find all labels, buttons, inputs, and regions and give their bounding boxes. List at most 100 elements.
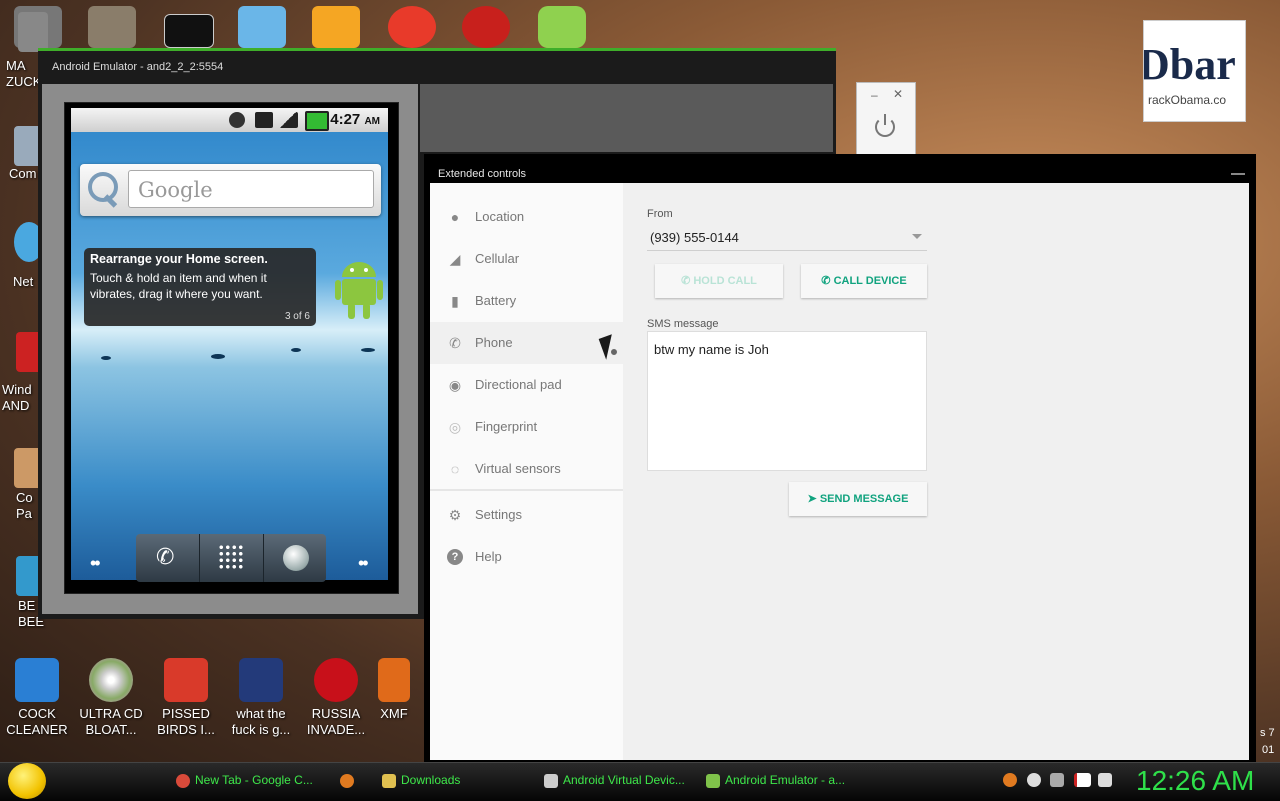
sms-message-input[interactable]: btw my name is Joh: [647, 331, 927, 471]
desktop-icon-pissed-birds[interactable]: PISSED BIRDS I...: [149, 658, 223, 738]
hold-call-phone-icon: ✆: [681, 275, 694, 287]
home-dock: ✆: [136, 534, 326, 582]
dialer-icon[interactable]: ✆: [156, 544, 174, 570]
task-emulator[interactable]: Android Emulator - a...: [706, 768, 852, 792]
desktop-icon-label: COCK CLEANER: [6, 706, 68, 737]
desktop-icon-what-the[interactable]: what the fuck is g...: [224, 658, 298, 738]
edge-text-right-1: s 7: [1260, 727, 1275, 739]
edge-label-1: MA ZUCK: [6, 58, 42, 89]
battery-icon: ▮: [451, 293, 459, 309]
nav-item-help[interactable]: ? Help: [430, 536, 623, 578]
desktop-icon-xmf[interactable]: XMF: [368, 658, 420, 722]
corner-image[interactable]: Dbar rackObama.co: [1143, 20, 1246, 122]
nav-item-directional-pad[interactable]: ◉ Directional pad: [430, 364, 623, 406]
nav-item-label: Location: [475, 209, 525, 224]
emulator-toolbar-window: – ✕: [856, 82, 916, 156]
dev-cpp-icon[interactable]: [462, 6, 510, 48]
task-downloads[interactable]: Downloads: [382, 768, 522, 792]
status-clock: 4:27 AM: [330, 111, 380, 128]
nav-item-settings[interactable]: ⚙ Settings: [430, 494, 623, 536]
task-label: Downloads: [401, 773, 461, 787]
cmd-icon[interactable]: [164, 14, 214, 48]
desktop-icon-russia[interactable]: RUSSIA INVADE...: [299, 658, 373, 738]
flag-icon[interactable]: [1074, 773, 1091, 787]
radiation-icon: [314, 658, 358, 702]
desktop-icon-cock-cleaner[interactable]: COCK CLEANER: [0, 658, 74, 738]
battery-status-icon: [305, 111, 329, 131]
send-message-button[interactable]: ➤ SEND MESSAGE: [789, 482, 927, 516]
location-icon: ●: [450, 209, 460, 225]
nav-item-label: Cellular: [475, 251, 520, 266]
edge-label-4: Wind AND: [2, 382, 32, 413]
phone-status-bar: 4:27 AM: [71, 108, 388, 132]
task-firefox[interactable]: [340, 768, 362, 792]
nav-item-virtual-sensors[interactable]: ◌ Virtual sensors: [430, 448, 623, 490]
nav-item-location[interactable]: ● Location: [430, 196, 623, 238]
extended-minimize-button[interactable]: [1231, 173, 1245, 175]
network-icon[interactable]: [1027, 773, 1041, 787]
task-label: Android Emulator - a...: [725, 773, 846, 787]
task-label: New Tab - Google C...: [195, 773, 313, 787]
tip-title: Rearrange your Home screen.: [90, 252, 268, 266]
taskbar-clock: 12:26 AM: [1136, 765, 1255, 796]
from-label: From: [647, 208, 673, 220]
cellular-icon: ◢: [449, 251, 461, 267]
home-page-dots-left[interactable]: ••: [90, 553, 101, 574]
sim-icon: [255, 112, 273, 128]
tip-count: 3 of 6: [284, 311, 310, 322]
desktop-icon-top-2[interactable]: [88, 6, 136, 48]
nav-item-label: Fingerprint: [475, 419, 538, 434]
dpad-icon: ◉: [448, 377, 462, 393]
p-app-icon[interactable]: [388, 6, 436, 48]
angry-birds-space-icon: [239, 658, 283, 702]
emulator-side-panel: [420, 84, 833, 152]
task-avd[interactable]: Android Virtual Devic...: [544, 768, 690, 792]
task-new-tab[interactable]: New Tab - Google C...: [176, 768, 316, 792]
xmf-icon: [378, 658, 410, 702]
tip-body: Touch & hold an item and when it vibrate…: [90, 271, 267, 301]
browser-icon[interactable]: [283, 545, 309, 571]
desktop-icon-top-4[interactable]: [238, 6, 286, 48]
search-icon[interactable]: [1003, 773, 1017, 787]
volume-icon[interactable]: [1098, 773, 1112, 787]
call-device-button[interactable]: ✆ CALL DEVICE: [801, 264, 927, 298]
power-icon-line: [884, 114, 886, 125]
nav-item-phone[interactable]: ✆ Phone: [430, 322, 623, 364]
chrome-icon: [176, 773, 190, 788]
app-drawer-icon[interactable]: [218, 544, 244, 570]
android-sdk-icon[interactable]: [538, 6, 586, 48]
close-button[interactable]: ✕: [893, 87, 903, 101]
nav-item-battery[interactable]: ▮ Battery: [430, 280, 623, 322]
desktop-icon-label: PISSED BIRDS I...: [157, 706, 215, 737]
home-page-dots-right[interactable]: ••: [358, 553, 369, 574]
nav-item-cellular[interactable]: ◢ Cellular: [430, 238, 623, 280]
settings-tray-icon[interactable]: [1050, 773, 1064, 787]
google-search-widget[interactable]: Google: [80, 164, 381, 216]
search-input[interactable]: Google: [128, 170, 374, 208]
desktop-icon-ultra-cd[interactable]: ULTRA CD BLOAT...: [74, 658, 148, 738]
from-phone-select[interactable]: (939) 555-0144: [650, 230, 739, 245]
avd-icon: [544, 773, 558, 788]
corner-image-caption: rackObama.co: [1148, 93, 1227, 107]
sms-message-label: SMS message: [647, 318, 719, 330]
nav-divider: [430, 489, 623, 491]
home-tip-bubble[interactable]: Rearrange your Home screen. Touch & hold…: [84, 248, 316, 326]
nav-item-label: Virtual sensors: [475, 461, 561, 476]
start-button[interactable]: [8, 763, 46, 799]
wallpaper-rock: [361, 348, 375, 352]
firefox-icon: [340, 773, 354, 788]
nav-item-fingerprint[interactable]: ◎ Fingerprint: [430, 406, 623, 448]
hold-call-button[interactable]: ✆ HOLD CALL: [655, 264, 783, 298]
desktop-icon-label: RUSSIA INVADE...: [306, 706, 366, 737]
edge-text-right-2: 01: [1262, 744, 1275, 756]
edge-icon-1[interactable]: [18, 12, 48, 52]
desktop-icon-label: ULTRA CD BLOAT...: [79, 706, 143, 737]
call-phone-icon: ✆: [821, 275, 834, 287]
edge-label-5: Co Pa: [16, 490, 33, 521]
emulator-window-title: Android Emulator - and2_2_2:5554: [52, 61, 224, 73]
nav-item-label: Help: [475, 549, 502, 564]
hold-call-label: HOLD CALL: [693, 275, 757, 287]
bad-piggies-icon[interactable]: [312, 6, 360, 48]
chevron-down-icon[interactable]: [912, 234, 922, 239]
minimize-button[interactable]: –: [871, 88, 878, 102]
